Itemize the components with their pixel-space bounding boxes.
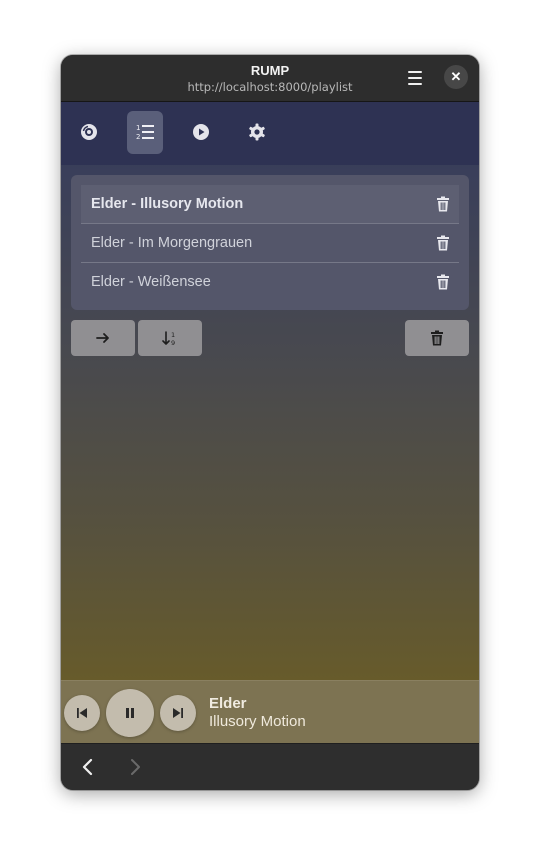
hamburger-menu-button[interactable] [405,68,427,88]
svg-text:1: 1 [136,124,140,132]
main-content: 1 2 Elder - Illusory Motion Elder - Im M… [61,102,479,680]
tab-bar: 1 2 [61,102,479,165]
sort-button[interactable]: 1 9 [138,320,202,356]
pause-icon [126,708,134,718]
play-circle-icon [193,124,209,140]
tab-playlist[interactable]: 1 2 [127,111,163,154]
menu-icon-line [408,77,422,79]
skip-previous-icon [77,708,87,718]
sort-icon: 1 9 [162,331,175,346]
playlist-item[interactable]: Elder - Weißensee [81,263,459,301]
back-button[interactable] [78,757,98,777]
menu-icon [408,71,422,73]
chevron-left-icon [82,758,93,776]
chevron-right-icon [131,759,140,775]
numbered-list-icon: 1 2 [136,124,154,141]
skip-next-icon [173,708,183,718]
previous-button[interactable] [64,695,100,731]
disc-icon [81,124,97,140]
tab-settings[interactable] [239,111,275,154]
close-button[interactable]: ✕ [444,65,468,89]
next-button[interactable] [160,695,196,731]
play-next-button[interactable] [71,320,135,356]
svg-text:9: 9 [171,339,175,346]
track-artist: Elder [209,695,247,712]
clear-playlist-button[interactable] [405,320,469,356]
playlist-item[interactable]: Elder - Illusory Motion [81,185,459,224]
app-window: RUMP http://localhost:8000/playlist ✕ 1 … [61,55,479,790]
playlist-item[interactable]: Elder - Im Morgengrauen [81,224,459,263]
title-bar: RUMP http://localhost:8000/playlist ✕ [61,55,479,102]
close-icon: ✕ [450,69,462,84]
track-title: Illusory Motion [209,713,306,730]
trash-icon [431,330,443,346]
tab-now-playing[interactable] [183,111,219,154]
svg-text:1: 1 [171,331,175,339]
trash-icon[interactable] [435,235,451,251]
playlist-item-label: Elder - Illusory Motion [91,196,244,212]
menu-icon-line [408,83,422,85]
navigation-bar [61,743,479,790]
trash-icon[interactable] [435,196,451,212]
playlist-list: Elder - Illusory Motion Elder - Im Morge… [71,175,469,310]
svg-text:2: 2 [136,133,140,141]
arrow-right-icon [96,333,109,343]
tab-library[interactable] [71,111,107,154]
forward-button[interactable] [125,757,145,777]
playlist-item-label: Elder - Weißensee [91,274,211,290]
gear-icon [249,123,265,141]
pause-button[interactable] [106,689,154,737]
player-bar: Elder Illusory Motion [61,680,479,744]
playlist-item-label: Elder - Im Morgengrauen [91,235,253,251]
trash-icon[interactable] [435,274,451,290]
